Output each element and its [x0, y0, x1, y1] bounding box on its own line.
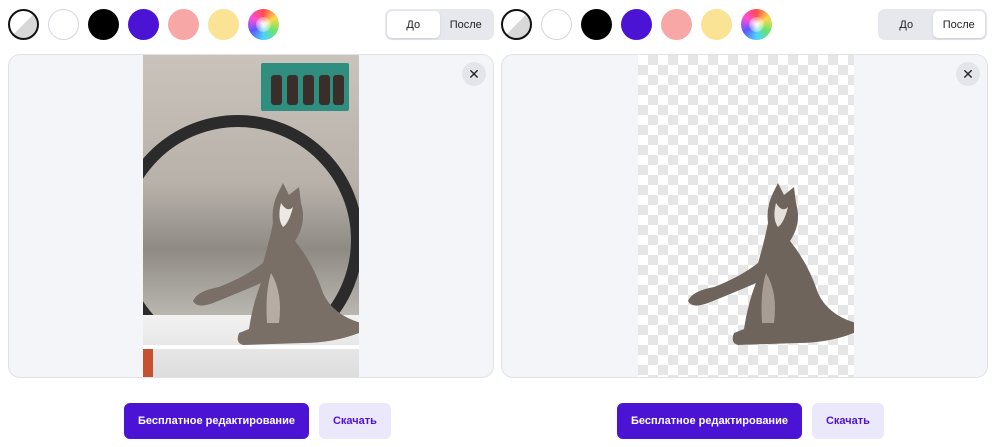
toggle-before[interactable]: До	[880, 11, 933, 38]
toggle-after[interactable]: После	[440, 11, 493, 38]
download-button[interactable]: Скачать	[318, 403, 391, 439]
swatch-black[interactable]	[581, 9, 612, 40]
before-after-toggle: До После	[878, 9, 987, 40]
action-buttons: Бесплатное редактирование Скачать	[124, 403, 391, 439]
action-buttons: Бесплатное редактирование Скачать	[617, 403, 884, 439]
color-swatches	[501, 9, 772, 40]
swatch-yellow[interactable]	[208, 9, 239, 40]
download-button[interactable]: Скачать	[811, 403, 884, 439]
color-swatches	[8, 9, 279, 40]
swatch-purple[interactable]	[621, 9, 652, 40]
wall-shelf	[261, 63, 349, 111]
before-panel: До После ✕ Бесплатное редактирование Ска…	[0, 0, 494, 447]
after-panel: До После ✕ Бесплатное редактирование Ска…	[501, 0, 995, 447]
background-removed-photo	[638, 55, 854, 377]
swatch-black[interactable]	[88, 9, 119, 40]
original-photo	[143, 55, 359, 377]
free-edit-button[interactable]: Бесплатное редактирование	[617, 403, 802, 439]
image-card: ✕	[501, 54, 988, 378]
swatch-pink[interactable]	[661, 9, 692, 40]
swatch-purple[interactable]	[128, 9, 159, 40]
swatch-transparent[interactable]	[501, 9, 532, 40]
swatch-pink[interactable]	[168, 9, 199, 40]
swatch-white[interactable]	[48, 9, 79, 40]
swatch-custom-color[interactable]	[248, 9, 279, 40]
swatch-yellow[interactable]	[701, 9, 732, 40]
toggle-after[interactable]: После	[932, 11, 985, 38]
before-after-toggle: До После	[385, 9, 494, 40]
image-card: ✕	[8, 54, 494, 378]
swatch-transparent[interactable]	[8, 9, 39, 40]
swatch-white[interactable]	[541, 9, 572, 40]
toggle-before[interactable]: До	[387, 11, 440, 38]
cat-figure	[193, 183, 359, 345]
free-edit-button[interactable]: Бесплатное редактирование	[124, 403, 309, 439]
cat-figure	[688, 183, 854, 345]
swatch-custom-color[interactable]	[741, 9, 772, 40]
close-icon[interactable]: ✕	[462, 62, 486, 86]
close-icon[interactable]: ✕	[956, 62, 980, 86]
